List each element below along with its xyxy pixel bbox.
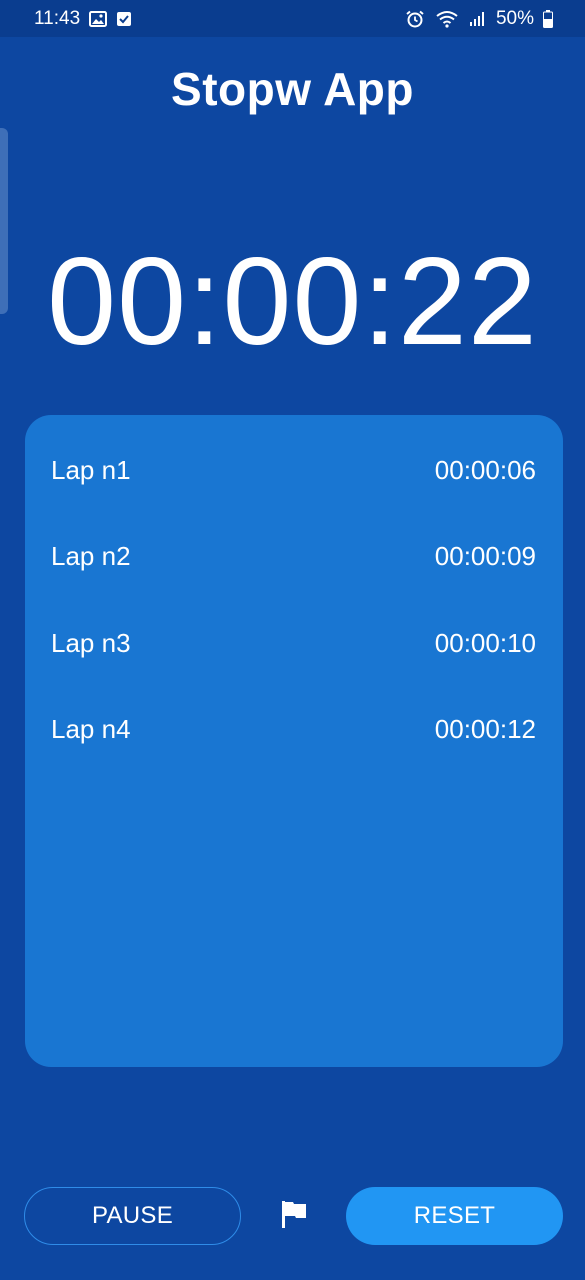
- status-bar-right: 50%: [405, 8, 555, 30]
- signal-icon: [469, 11, 485, 27]
- pause-button[interactable]: PAUSE: [24, 1187, 241, 1245]
- lap-row: Lap n2 00:00:09: [25, 526, 563, 588]
- checkbox-icon: [116, 11, 132, 27]
- status-time: 11:43: [34, 7, 81, 29]
- app-screen: 11:43 50% Stopw App 00:00:22 Lap n1 00:0…: [0, 0, 585, 1280]
- lap-time: 00:00:10: [434, 627, 536, 658]
- battery-percent: 50%: [495, 7, 534, 29]
- lap-row: Lap n4 00:00:12: [25, 699, 563, 761]
- flag-icon: [280, 1199, 308, 1234]
- lap-label: Lap n2: [51, 541, 131, 571]
- battery-icon: [543, 9, 553, 28]
- lap-label: Lap n4: [51, 714, 131, 744]
- status-bar-left: 11:43: [34, 8, 132, 30]
- laps-list: Lap n1 00:00:06 Lap n2 00:00:09 Lap n3 0…: [25, 415, 563, 1067]
- app-title: Stopw App: [171, 63, 414, 115]
- lap-time: 00:00:12: [434, 714, 536, 744]
- lap-label: Lap n3: [51, 627, 131, 658]
- reset-button[interactable]: RESET: [346, 1187, 563, 1245]
- lap-flag-button[interactable]: [276, 1198, 312, 1234]
- timer-display: 00:00:22: [47, 233, 538, 371]
- lap-time: 00:00:06: [434, 454, 536, 485]
- alarm-icon: [405, 10, 425, 28]
- lap-time: 00:00:09: [434, 541, 536, 571]
- lap-row: Lap n3 00:00:10: [25, 612, 563, 674]
- wifi-icon: [436, 10, 458, 28]
- image-icon: [89, 10, 108, 27]
- status-bar: 11:43 50%: [0, 0, 585, 37]
- lap-row: Lap n1 00:00:06: [25, 439, 563, 501]
- lap-label: Lap n1: [51, 454, 131, 485]
